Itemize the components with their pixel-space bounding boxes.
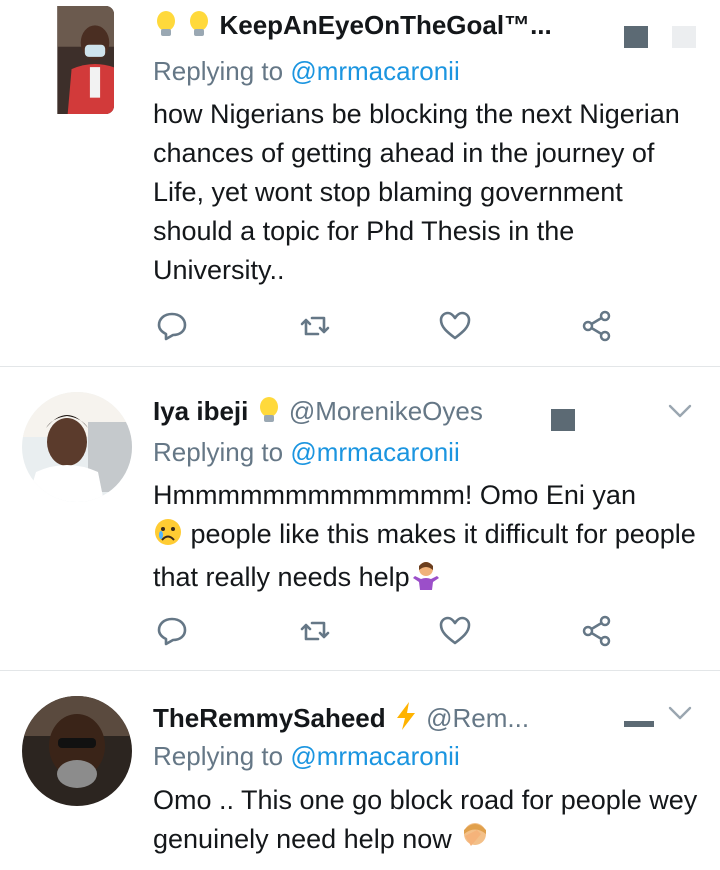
avatar[interactable] xyxy=(22,392,132,502)
avatar-photo xyxy=(22,696,132,806)
avatar[interactable] xyxy=(40,6,114,114)
scroll-artifact xyxy=(624,26,648,48)
avatar[interactable] xyxy=(22,696,132,806)
like-icon[interactable] xyxy=(437,613,473,649)
chevron-down-icon[interactable] xyxy=(666,401,694,421)
replying-to: Replying to @mrmacaronii xyxy=(153,56,460,86)
replying-to: Replying to @mrmacaronii xyxy=(153,741,460,771)
user-handle[interactable]: @Rem... xyxy=(426,703,529,733)
tweet-1[interactable]: KeepAnEyeOnTheGoal™... Replying to @mrma… xyxy=(0,0,720,366)
share-icon[interactable] xyxy=(579,613,615,649)
tweet-2[interactable]: Iya ibeji @MorenikeOyes Replying to @mrm… xyxy=(0,367,720,670)
retweet-icon[interactable] xyxy=(297,308,333,344)
tweet-actions xyxy=(0,308,720,348)
avatar-photo xyxy=(22,392,132,502)
user-handle[interactable]: @MorenikeOyes xyxy=(289,396,483,426)
display-name[interactable]: KeepAnEyeOnTheGoal™... xyxy=(219,10,551,40)
reply-icon[interactable] xyxy=(154,613,190,649)
mention-link[interactable]: @mrmacaronii xyxy=(290,437,459,467)
lightbulb-icon xyxy=(186,10,212,45)
scroll-artifact xyxy=(551,409,575,431)
tweet-text: how Nigerians be blocking the next Niger… xyxy=(153,99,680,285)
lightbulb-icon xyxy=(153,10,179,45)
scroll-artifact xyxy=(624,721,654,727)
display-name[interactable]: Iya ibeji xyxy=(153,396,248,426)
tweet-actions xyxy=(0,613,720,653)
retweet-icon[interactable] xyxy=(297,613,333,649)
lightning-icon xyxy=(393,701,419,738)
tweet-3[interactable]: TheRemmySaheed @Rem... Replying to @mrma… xyxy=(0,671,720,870)
tweet-header: KeepAnEyeOnTheGoal™... xyxy=(153,10,552,45)
facepalm-icon xyxy=(459,820,491,863)
replying-to: Replying to @mrmacaronii xyxy=(153,437,460,467)
share-icon[interactable] xyxy=(579,308,615,344)
avatar-photo xyxy=(57,6,114,114)
display-name[interactable]: TheRemmySaheed xyxy=(153,703,386,733)
mention-link[interactable]: @mrmacaronii xyxy=(290,56,459,86)
person-shrugging-icon xyxy=(410,558,442,601)
chevron-down-icon[interactable] xyxy=(666,703,694,723)
mention-link[interactable]: @mrmacaronii xyxy=(290,741,459,771)
tweet-header: TheRemmySaheed @Rem... xyxy=(153,701,529,738)
tweet-header: Iya ibeji @MorenikeOyes xyxy=(153,396,483,431)
scroll-artifact-light xyxy=(672,26,696,48)
reply-icon[interactable] xyxy=(154,308,190,344)
tweet-text: Hmmmmmmmmmmmmm! Omo Eni yan people like … xyxy=(153,476,703,601)
like-icon[interactable] xyxy=(437,308,473,344)
crying-face-icon xyxy=(153,517,183,558)
tweet-text: Omo .. This one go block road for people… xyxy=(153,781,698,863)
lightbulb-icon xyxy=(256,396,282,431)
